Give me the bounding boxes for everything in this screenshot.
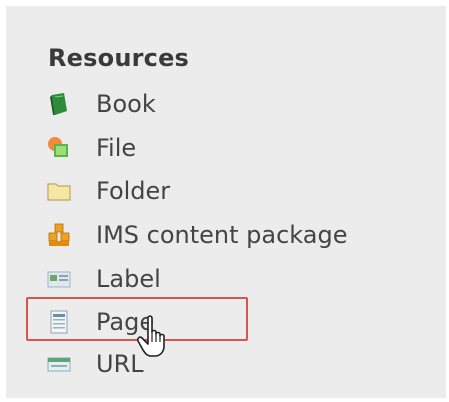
- resource-item-label: Label: [96, 265, 161, 293]
- page-icon: [46, 309, 72, 335]
- resources-panel: Resources Book File Folder IMS content p…: [6, 6, 446, 398]
- ims-package-icon: [46, 222, 72, 248]
- resource-item-label: Folder: [96, 177, 171, 205]
- resource-item-label: URL: [96, 350, 144, 378]
- resource-item-label: IMS content package: [96, 221, 348, 249]
- book-icon: [46, 91, 72, 117]
- resource-item-label: Book: [96, 90, 156, 118]
- resource-item-folder[interactable]: Folder: [46, 174, 170, 208]
- resource-item-url[interactable]: URL: [46, 347, 144, 381]
- file-icon: [46, 135, 72, 161]
- label-icon: [46, 266, 72, 292]
- resource-item-label-resource[interactable]: Label: [46, 262, 161, 296]
- resource-item-label: Page: [96, 308, 155, 336]
- resource-item-file[interactable]: File: [46, 131, 136, 165]
- section-title: Resources: [48, 44, 190, 72]
- folder-icon: [46, 178, 72, 204]
- resource-item-ims-content-package[interactable]: IMS content package: [46, 218, 347, 252]
- resource-item-page[interactable]: Page: [46, 305, 154, 339]
- resource-item-label: File: [96, 134, 137, 162]
- url-icon: [46, 351, 72, 377]
- resource-item-book[interactable]: Book: [46, 87, 156, 121]
